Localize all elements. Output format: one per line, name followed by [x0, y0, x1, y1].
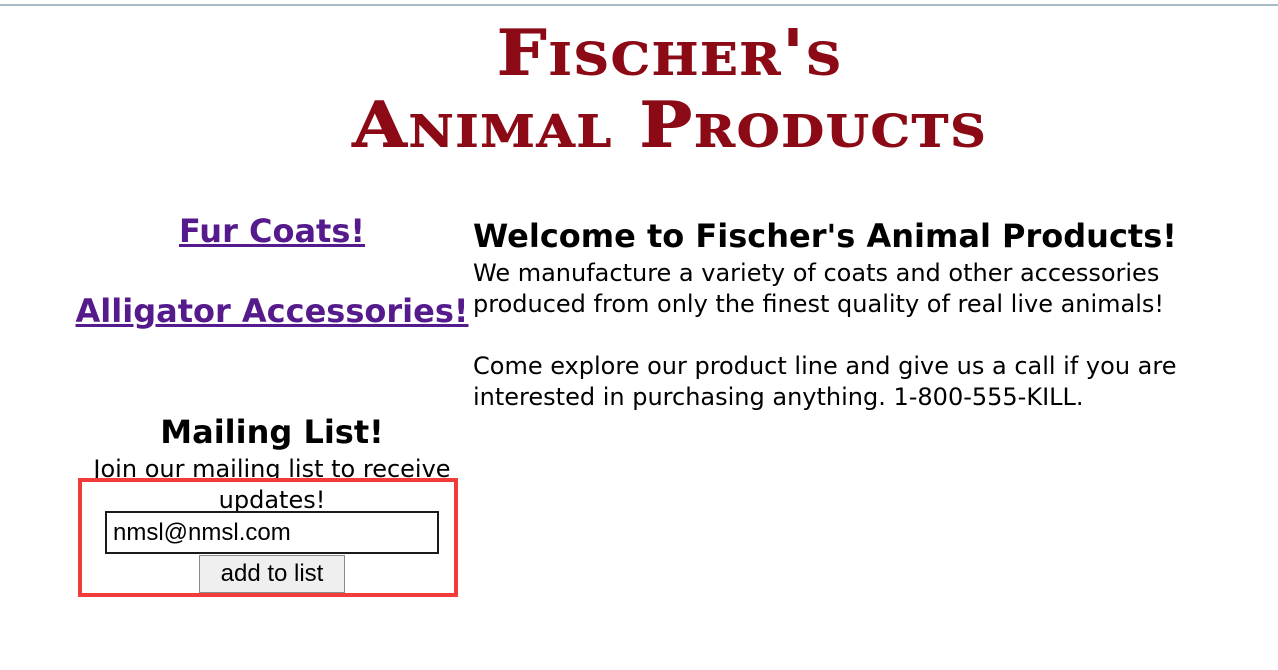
add-to-list-button[interactable]: add to list — [199, 555, 345, 593]
welcome-heading: Welcome to Fischer's Animal Products! — [473, 217, 1177, 255]
alligator-accessories-link[interactable]: Alligator Accessories! — [76, 292, 469, 330]
main-content: Welcome to Fischer's Animal Products! We… — [473, 214, 1263, 413]
logo-line-2: Animal Products — [352, 87, 988, 162]
top-border — [0, 0, 1278, 6]
email-input[interactable] — [105, 511, 439, 554]
nav-item-fur-coats: Fur Coats! — [70, 212, 474, 250]
intro-paragraph: We manufacture a variety of coats and ot… — [473, 259, 1165, 318]
logo-line-1: Fischer's — [496, 15, 844, 90]
site-logo: Fischer's Animal Products — [300, 18, 1040, 162]
mailing-list-title: Mailing List! — [160, 413, 384, 451]
fur-coats-link[interactable]: Fur Coats! — [179, 212, 365, 250]
contact-paragraph: Come explore our product line and give u… — [473, 352, 1177, 411]
nav-item-alligator-accessories: Alligator Accessories! — [70, 292, 474, 330]
